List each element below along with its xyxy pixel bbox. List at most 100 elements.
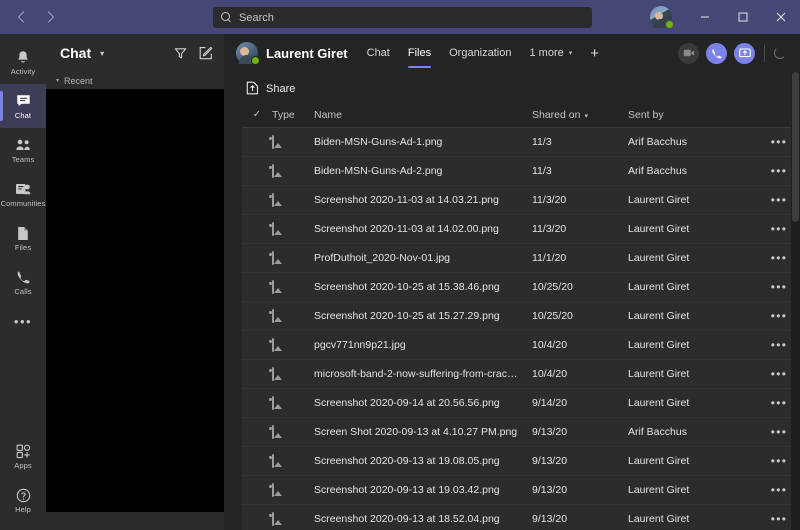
row-name-cell[interactable]: Biden-MSN-Guns-Ad-2.png [314,165,532,177]
row-checkbox[interactable]: ✓ [242,514,272,525]
file-name: ProfDuthoit_2020-Nov-01.jpg [314,252,450,264]
image-file-icon [272,309,274,323]
more-icon: ••• [770,164,788,178]
image-file-icon [272,396,274,410]
row-checkbox[interactable]: ✓ [242,195,272,206]
add-tab-button[interactable]: + [581,45,608,62]
chat-list-section-recent[interactable]: ▾ Recent [46,72,224,89]
row-checkbox[interactable]: ✓ [242,224,272,235]
sidebar-item-label: Activity [10,66,36,76]
column-header-sent-by[interactable]: Sent by [628,109,758,121]
row-sent-by-cell: Laurent Giret [628,194,690,206]
row-name-cell[interactable]: microsoft-band-2-now-suffering-from-crac… [314,368,532,380]
table-row[interactable]: ✓ Biden-MSN-Guns-Ad-1.png 11/3 Arif Bacchus… [242,128,800,157]
table-row[interactable]: ✓ Screenshot 2020-09-13 at 18.52.04.png 9/… [242,505,800,530]
sidebar-item-help[interactable]: Help [0,478,46,522]
maximize-button[interactable] [724,0,762,34]
table-row[interactable]: ✓ Screenshot 2020-11-03 at 14.03.21.png 11… [242,186,800,215]
more-icon: ••• [770,512,788,526]
sidebar-item-teams[interactable]: Teams [0,128,46,172]
files-scrollbar-thumb[interactable] [792,72,799,222]
row-name-cell[interactable]: Biden-MSN-Guns-Ad-1.png [314,136,532,148]
row-type-cell [272,483,314,497]
sidebar-item-activity[interactable]: Activity [0,40,46,84]
row-name-cell[interactable]: Screenshot 2020-09-14 at 20.56.56.png [314,397,532,409]
table-row[interactable]: ✓ ProfDuthoit_2020-Nov-01.jpg 11/1/20 Laure… [242,244,800,273]
row-checkbox[interactable]: ✓ [242,166,272,177]
compose-new-chat-icon[interactable] [198,45,214,61]
sidebar-item-files[interactable]: Files [0,216,46,260]
share-button[interactable]: Share [242,77,303,102]
sidebar-item-calls[interactable]: Calls [0,260,46,304]
forward-icon[interactable] [44,10,58,24]
row-sent-by-cell: Laurent Giret [628,484,690,496]
row-name-cell[interactable]: Screen Shot 2020-09-13 at 4.10.27 PM.png [314,426,532,438]
row-checkbox[interactable]: ✓ [242,369,272,380]
sidebar-item-communities[interactable]: Communities [0,172,46,216]
contact-avatar[interactable] [236,42,260,65]
row-name-cell[interactable]: Screenshot 2020-09-13 at 19.03.42.png [314,484,532,496]
row-name-cell[interactable]: Screenshot 2020-09-13 at 19.08.05.png [314,455,532,467]
sidebar-more-button[interactable]: ••• [0,304,46,338]
video-camera-icon[interactable] [678,42,699,64]
chat-list-section-label: Recent [64,75,93,86]
row-shared-on-cell: 11/3/20 [532,194,567,206]
image-file-icon [272,135,274,149]
sidebar-item-chat[interactable]: Chat [0,84,46,128]
row-checkbox[interactable]: ✓ [242,137,272,148]
row-name-cell[interactable]: Screenshot 2020-09-13 at 18.52.04.png [314,513,532,525]
table-row[interactable]: ✓ Screenshot 2020-10-25 at 15.27.29.png 10… [242,302,800,331]
row-checkbox[interactable]: ✓ [242,485,272,496]
row-checkbox[interactable]: ✓ [242,282,272,293]
tab-files[interactable]: Files [399,34,440,72]
table-row[interactable]: ✓ microsoft-band-2-now-suffering-from-cra… [242,360,800,389]
files-scrollbar[interactable] [791,72,800,530]
column-header-shared-on[interactable]: Shared on ▾ [532,109,628,121]
table-row[interactable]: ✓ Screen Shot 2020-09-13 at 4.10.27 PM.pn… [242,418,800,447]
table-row[interactable]: ✓ Screenshot 2020-09-13 at 19.03.42.png 9/… [242,476,800,505]
chevron-down-icon[interactable]: ▾ [100,49,104,58]
share-button-label: Share [266,83,296,95]
row-checkbox[interactable]: ✓ [242,427,272,438]
row-name-cell[interactable]: Screenshot 2020-10-25 at 15.27.29.png [314,310,532,322]
row-name-cell[interactable]: Screenshot 2020-11-03 at 14.02.00.png [314,223,532,235]
tab-chat[interactable]: Chat [358,34,399,72]
filter-icon[interactable] [172,45,188,61]
tab-organization[interactable]: Organization [440,34,520,72]
file-name: Screenshot 2020-09-14 at 20.56.56.png [314,397,500,409]
table-row[interactable]: ✓ pgcv771nn9p21.jpg 10/4/20 Laurent Giret ••… [242,331,800,360]
phone-call-icon[interactable] [706,42,727,64]
avatar[interactable] [650,6,674,29]
more-icon: ••• [770,338,788,352]
select-all-checkbox[interactable]: ✓ [242,109,272,120]
sidebar-item-apps[interactable]: Apps [0,434,46,478]
row-sent-by-cell: Laurent Giret [628,310,690,322]
table-row[interactable]: ✓ Screenshot 2020-09-14 at 20.56.56.png 9/… [242,389,800,418]
table-row[interactable]: ✓ Screenshot 2020-10-25 at 15.38.46.png 10… [242,273,800,302]
conversation-tabs: Chat Files Organization 1 more ▾ + [358,34,608,72]
row-checkbox[interactable]: ✓ [242,398,272,409]
chat-list-body[interactable] [46,89,224,512]
table-row[interactable]: ✓ Screenshot 2020-09-13 at 19.08.05.png 9/… [242,447,800,476]
search-input[interactable]: Search [213,7,592,28]
screen-share-icon[interactable] [734,42,755,64]
column-header-type[interactable]: Type [272,109,314,121]
row-name-cell[interactable]: pgcv771nn9p21.jpg [314,339,532,351]
row-name-cell[interactable]: Screenshot 2020-11-03 at 14.03.21.png [314,194,532,206]
row-name-cell[interactable]: ProfDuthoit_2020-Nov-01.jpg [314,252,532,264]
chat-list-title: Chat [60,45,92,61]
row-checkbox[interactable]: ✓ [242,311,272,322]
back-icon[interactable] [14,10,28,24]
row-checkbox[interactable]: ✓ [242,253,272,264]
column-header-name[interactable]: Name [314,109,532,121]
row-name-cell[interactable]: Screenshot 2020-10-25 at 15.38.46.png [314,281,532,293]
file-name: pgcv771nn9p21.jpg [314,339,406,351]
row-checkbox[interactable]: ✓ [242,340,272,351]
close-button[interactable] [762,0,800,34]
minimize-button[interactable] [686,0,724,34]
tab-overflow-more[interactable]: 1 more ▾ [520,34,581,72]
search-container: Search [213,7,592,28]
table-row[interactable]: ✓ Screenshot 2020-11-03 at 14.02.00.png 11… [242,215,800,244]
row-checkbox[interactable]: ✓ [242,456,272,467]
table-row[interactable]: ✓ Biden-MSN-Guns-Ad-2.png 11/3 Arif Bacchus… [242,157,800,186]
